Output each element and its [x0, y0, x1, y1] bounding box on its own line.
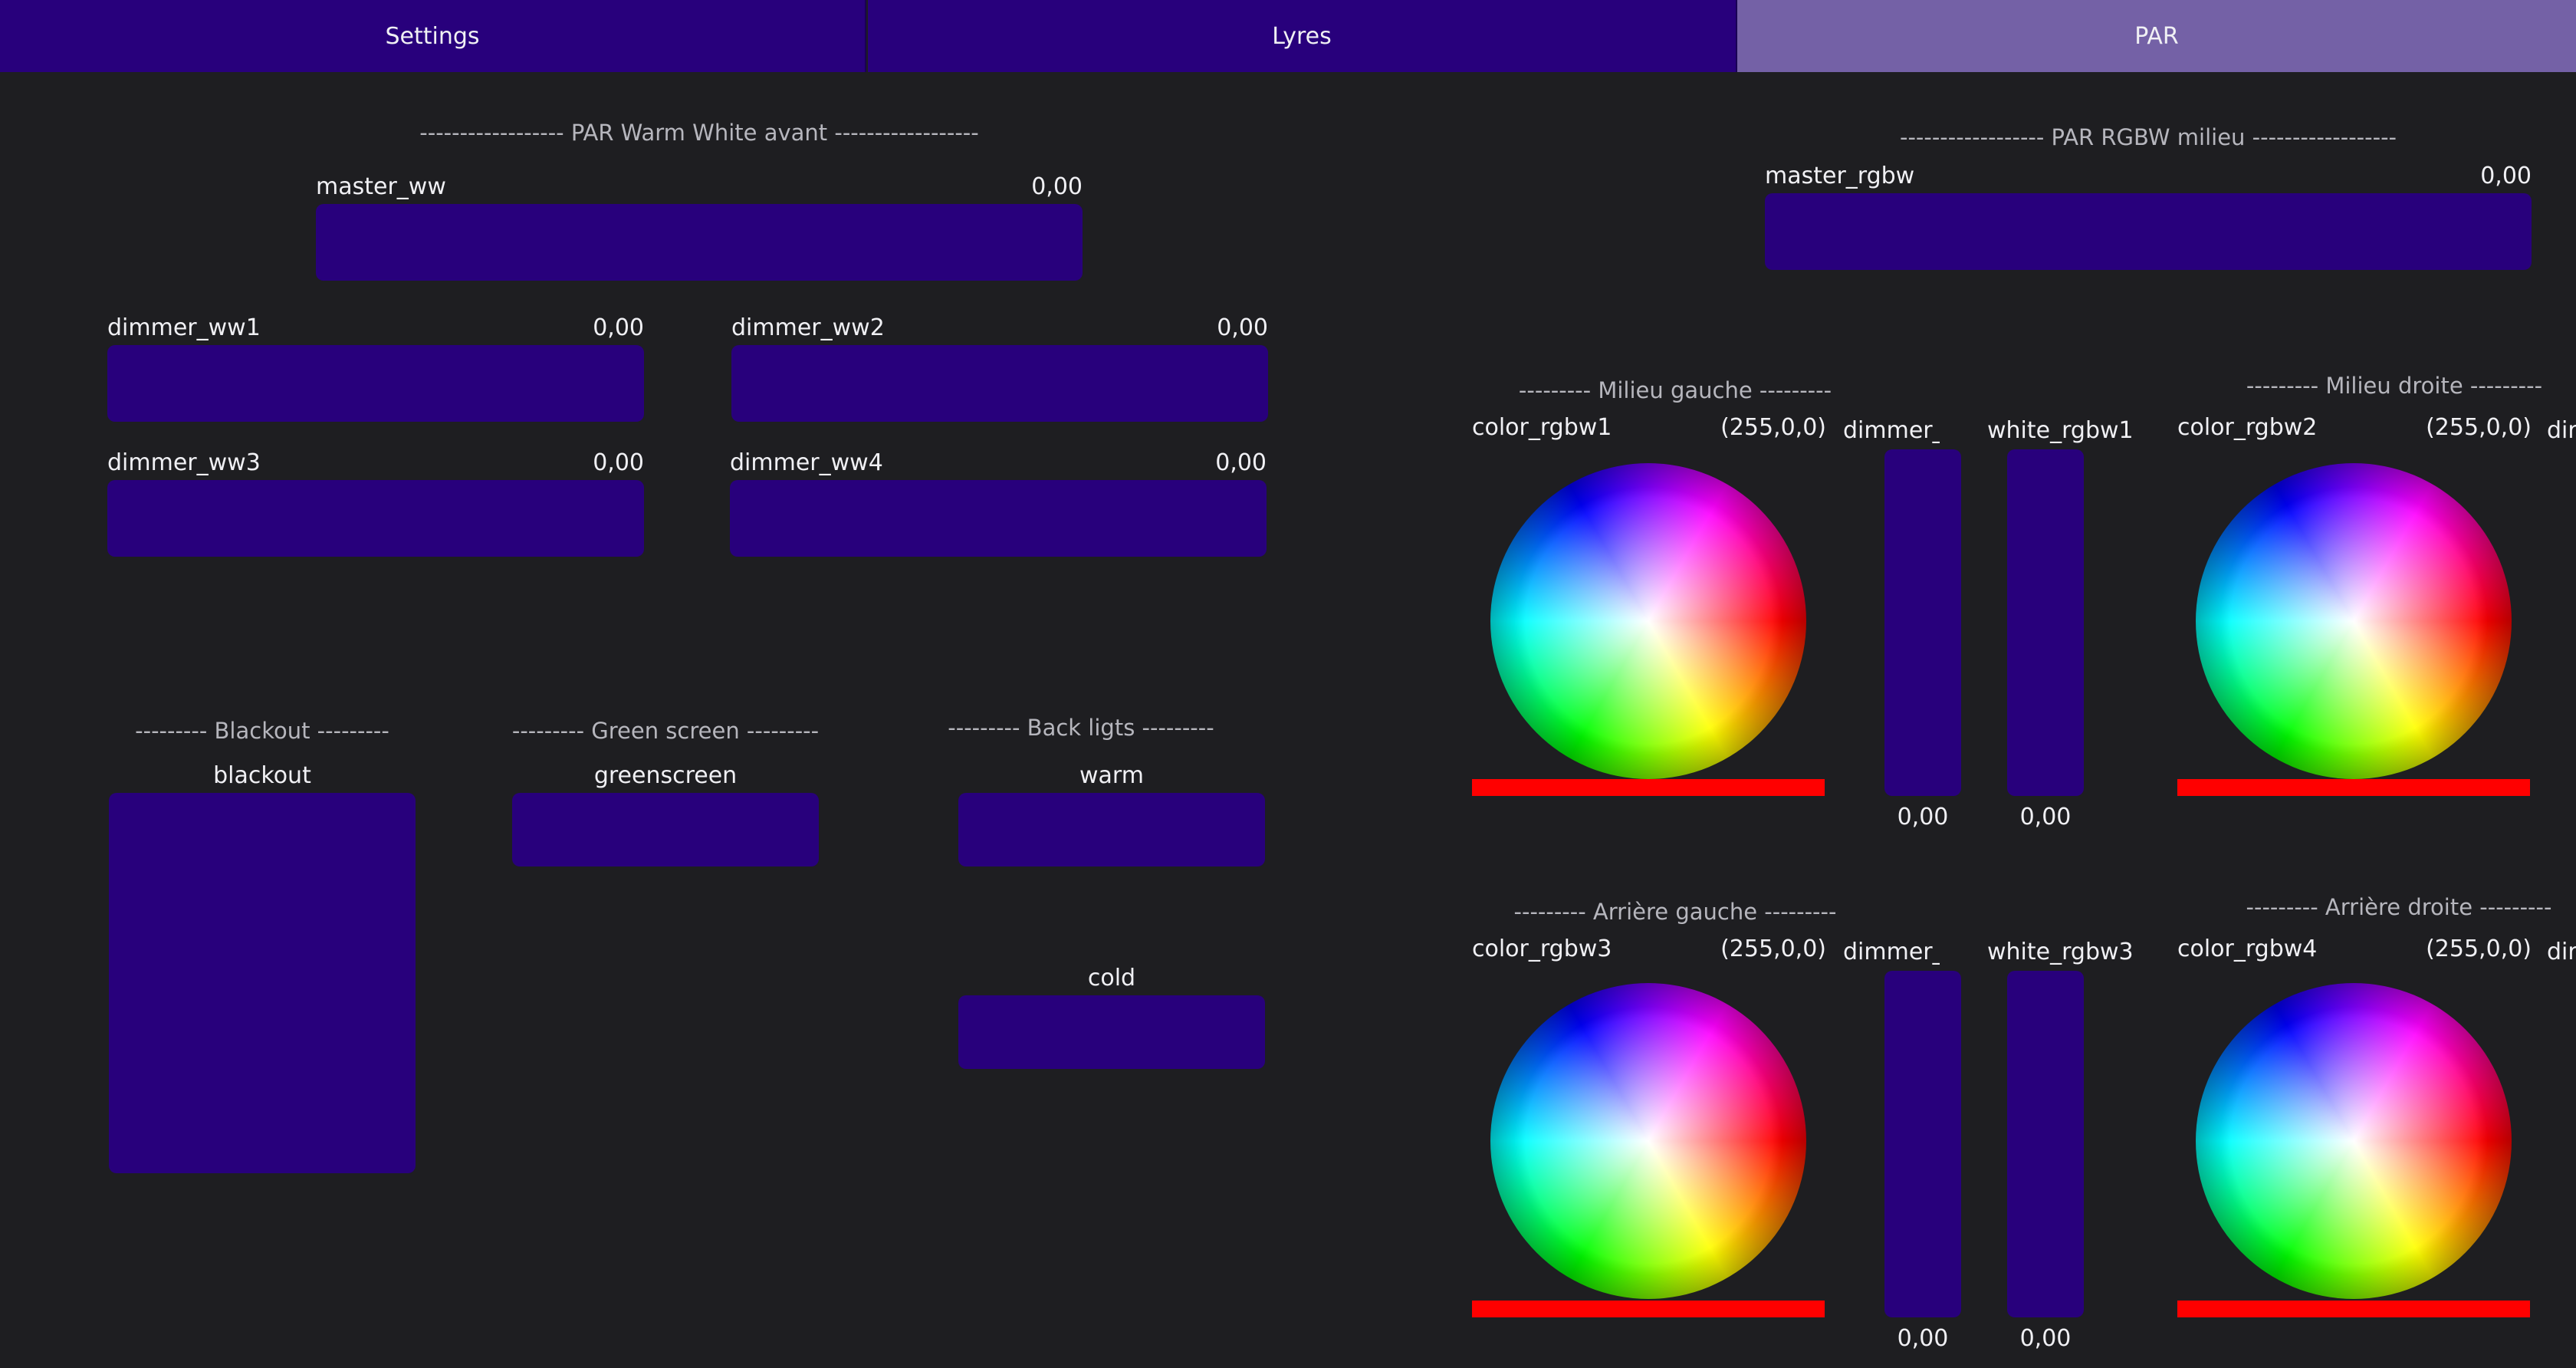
color-wheel-rgbw4[interactable]: [2196, 983, 2512, 1299]
dimmer-ww2-fader[interactable]: [731, 345, 1268, 422]
backlights-section-title: --------- Back ligts ---------: [948, 715, 1214, 741]
dimmer-rgbw1-fader[interactable]: [1884, 449, 1961, 796]
dimmer-ww4-label: dimmer_ww4: [730, 449, 883, 476]
color-rgbw4-value: (255,0,0): [2426, 936, 2532, 962]
greenscreen-section-title: --------- Green screen ---------: [511, 718, 820, 744]
color-rgbw3-value: (255,0,0): [1720, 936, 1826, 962]
blackout-section-title: --------- Blackout ---------: [135, 718, 389, 744]
white-rgbw1-fader[interactable]: [2007, 449, 2084, 796]
white-rgbw3-label: white_rgbw3: [1987, 939, 2134, 965]
arriere-droite-title: --------- Arrière droite ---------: [2246, 894, 2552, 920]
tab-lyres[interactable]: Lyres: [868, 0, 1737, 72]
arriere-gauche-title: --------- Arrière gauche ---------: [1513, 899, 1837, 925]
color-rgbw4-label: color_rgbw4: [2177, 936, 2318, 962]
master-ww-fader[interactable]: [316, 204, 1083, 281]
warm-label: warm: [1079, 762, 1144, 789]
warm-button[interactable]: [958, 793, 1265, 867]
dimmer-ww3-fader[interactable]: [107, 480, 644, 557]
blackout-label: blackout: [213, 762, 311, 789]
dimmer-ww4-fader[interactable]: [730, 480, 1267, 557]
milieu-droite-title: --------- Milieu droite ---------: [2246, 373, 2543, 399]
master-ww-value: 0,00: [1031, 173, 1083, 200]
dimmer-rgbw1-value: 0,00: [1897, 804, 1949, 830]
greenscreen-button[interactable]: [512, 793, 819, 867]
color-rgbw1-swatch: [1472, 779, 1825, 796]
cold-label: cold: [1087, 965, 1136, 991]
white-rgbw3-fader[interactable]: [2007, 971, 2084, 1317]
dimmer-ww3-label: dimmer_ww3: [107, 449, 261, 476]
dimmer-ww2-label: dimmer_ww2: [731, 314, 885, 341]
white-rgbw3-value: 0,00: [2019, 1325, 2072, 1352]
dimmer-ww3-value: 0,00: [593, 449, 644, 476]
dimmer-rgbw3-value: 0,00: [1897, 1325, 1949, 1352]
dimmer-ww4-value: 0,00: [1215, 449, 1267, 476]
tab-settings[interactable]: Settings: [0, 0, 866, 72]
master-rgbw-label: master_rgbw: [1765, 163, 1915, 189]
dimmer-rgbw3-fader[interactable]: [1884, 971, 1961, 1317]
master-ww-label: master_ww: [316, 173, 446, 200]
rgbw-section-title: ------------------ PAR RGBW milieu -----…: [1899, 124, 2397, 150]
cold-button[interactable]: [958, 995, 1265, 1069]
white-rgbw1-value: 0,00: [2019, 804, 2072, 830]
blackout-button[interactable]: [109, 793, 416, 1173]
dimmer-rgbw2-label-cut: dir: [2547, 417, 2576, 444]
color-wheel-rgbw2[interactable]: [2196, 463, 2512, 779]
color-wheel-rgbw3[interactable]: [1490, 983, 1806, 1299]
color-rgbw2-label: color_rgbw2: [2177, 414, 2318, 441]
white-rgbw1-label: white_rgbw1: [1987, 417, 2134, 444]
master-rgbw-value: 0,00: [2480, 163, 2532, 189]
color-wheel-rgbw1[interactable]: [1490, 463, 1806, 779]
color-rgbw2-swatch: [2177, 779, 2530, 796]
color-rgbw1-label: color_rgbw1: [1472, 414, 1612, 441]
milieu-gauche-title: --------- Milieu gauche ---------: [1518, 377, 1832, 403]
dimmer-rgbw1-label: dimmer_rgbw1: [1843, 417, 1940, 444]
master-rgbw-fader[interactable]: [1765, 193, 2532, 270]
tab-par[interactable]: PAR: [1737, 0, 2576, 72]
greenscreen-label: greenscreen: [593, 762, 738, 789]
color-rgbw3-swatch: [1472, 1301, 1825, 1317]
dimmer-rgbw4-label-cut: dir: [2547, 939, 2576, 965]
dimmer-rgbw3-label: dimmer_rgbw3: [1843, 939, 1940, 965]
dimmer-ww1-fader[interactable]: [107, 345, 644, 422]
color-rgbw2-value: (255,0,0): [2426, 414, 2532, 441]
ww-section-title: ------------------ PAR Warm White avant …: [419, 120, 979, 146]
color-rgbw4-swatch: [2177, 1301, 2530, 1317]
dimmer-ww2-value: 0,00: [1217, 314, 1268, 341]
color-rgbw3-label: color_rgbw3: [1472, 936, 1612, 962]
dimmer-ww1-label: dimmer_ww1: [107, 314, 261, 341]
dimmer-ww1-value: 0,00: [593, 314, 644, 341]
color-rgbw1-value: (255,0,0): [1720, 414, 1826, 441]
